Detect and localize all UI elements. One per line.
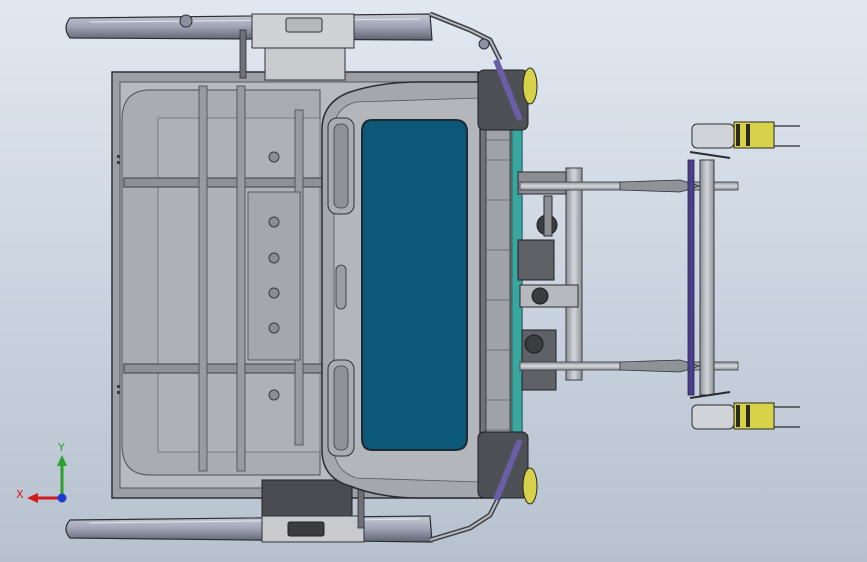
axis-y-label: Y [58,441,65,454]
side-rail-top[interactable] [65,11,503,81]
headboard-window [361,119,468,451]
coordinate-triad-icon [27,455,67,503]
lift-mechanism[interactable] [517,121,800,430]
axis-x-label: X [16,488,24,501]
headboard-panel[interactable] [321,58,538,505]
hospital-bed-model[interactable] [0,0,867,562]
cad-viewport[interactable]: Y X [0,0,867,562]
